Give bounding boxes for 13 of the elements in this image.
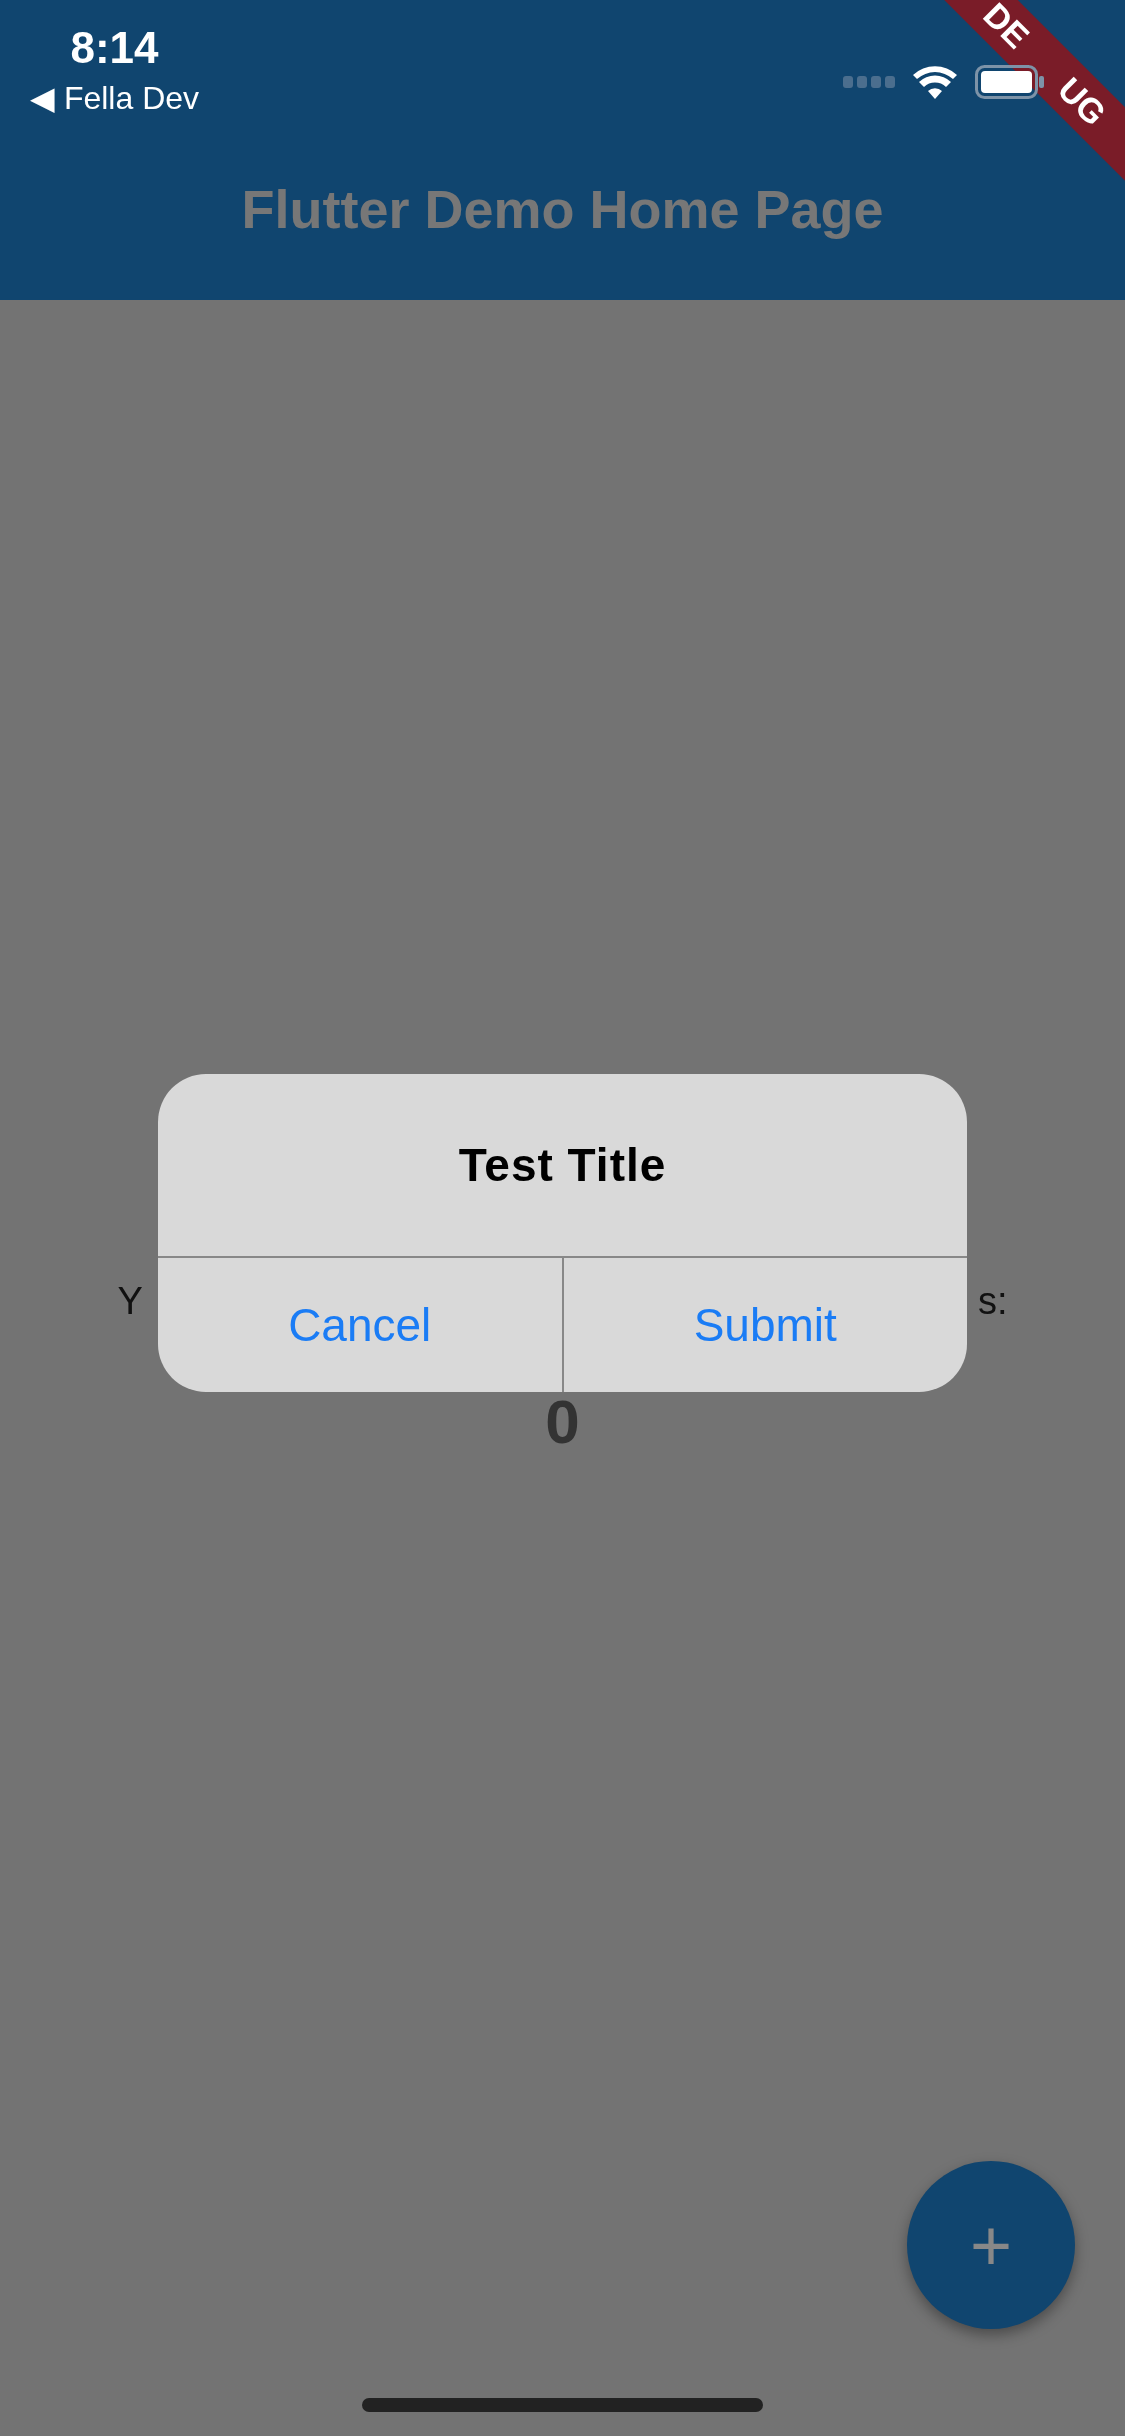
dialog-action-button[interactable]: Submit [561,1258,967,1392]
banner-text: UG [1050,69,1114,133]
dialog-title: Test Title [158,1074,967,1258]
counter-label: Y [117,1279,143,1323]
banner-text: DE [975,0,1037,56]
signal-icon [843,76,895,88]
status-time: 8:14 [70,22,159,74]
battery-icon [975,65,1045,99]
add-button[interactable]: + [907,2161,1075,2329]
back-link[interactable]: ◀ Fella Dev [30,76,200,120]
app-bar-title: Flutter Demo Home Page [241,178,884,240]
wifi-icon [913,65,957,99]
counter-label: s: [977,1279,1008,1323]
